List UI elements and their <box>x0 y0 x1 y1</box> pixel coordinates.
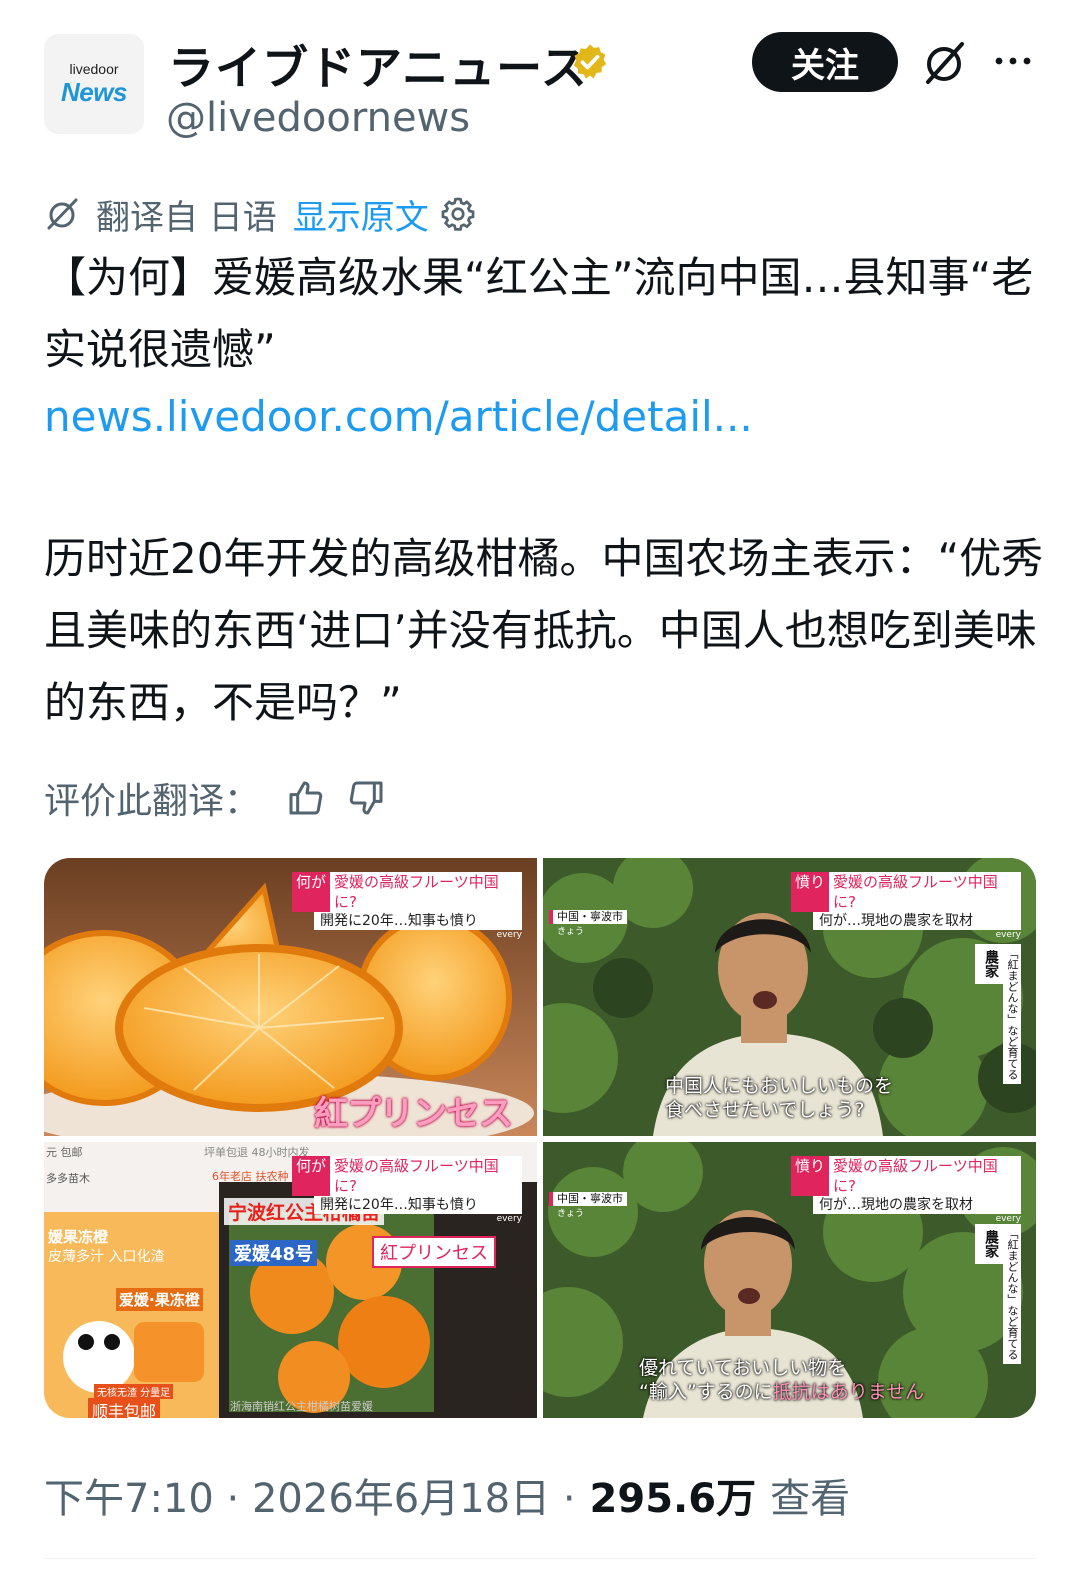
translation-row: 翻译自 日语 显示原文 <box>44 194 477 238</box>
video-subtitle: 中国人にもおいしいものを 食べさせたいでしょう? <box>665 1074 893 1122</box>
thumbs-up-icon[interactable] <box>286 778 326 818</box>
media-image-2[interactable]: 中国・寧波市 きょう 憤り 愛媛の高級フルーツ中国に? 何が…現地の農家を取材 … <box>543 858 1036 1136</box>
rate-translation-label: 评价此翻译： <box>44 781 261 822</box>
location-sub: きょう <box>557 927 585 937</box>
show-original-link[interactable]: 显示原文 <box>293 190 429 239</box>
account-name[interactable]: ライブドアニュース <box>168 32 588 98</box>
post-meta: 下午7:10 · 2026年6月18日 · 295.6万 查看 <box>44 1466 850 1524</box>
box-brand: 爱媛·果冻橙 <box>116 1288 203 1311</box>
account-handle[interactable]: @livedoornews <box>166 95 470 141</box>
side-description: 「紅まどんな」など育てる <box>1003 944 1021 1084</box>
caption-subtitle: 開発に20年…知事も憤り <box>314 912 522 930</box>
caption-tag: 憤り <box>791 872 830 912</box>
product-variety: 爱媛48号 <box>230 1240 318 1266</box>
caption-tag: 憤り <box>791 1156 830 1196</box>
media-image-1[interactable]: 何が 愛媛の高級フルーツ中国に? 開発に20年…知事も憤り every 紅プリン… <box>44 858 537 1136</box>
brand-label: every <box>496 1214 522 1224</box>
callout-label: 紅プリンセス <box>372 1236 496 1268</box>
news-caption-box: 何が 愛媛の高級フルーツ中国に? 開発に20年…知事も憤り every <box>292 872 522 940</box>
box-tagline: 皮薄多汁 入口化渣 <box>48 1249 165 1265</box>
post-timestamp[interactable]: 下午7:10 · 2026年6月18日 · <box>44 1466 576 1524</box>
media-image-3[interactable]: 元 包邮 坪单包退 48小时内发 多多苗木 6年老店 扶农种 媛果冻橙 皮薄多汁… <box>44 1142 537 1418</box>
box-title: 媛果冻橙 <box>48 1228 109 1246</box>
caption-subtitle: 何が…現地の農家を取材 <box>813 912 1021 930</box>
thumbs-down-icon[interactable] <box>346 778 386 818</box>
price-strip: 元 包邮 <box>46 1146 83 1159</box>
side-role-label: 農家 <box>975 944 1003 984</box>
brand-label: every <box>995 1214 1021 1224</box>
avatar[interactable]: livedoor News <box>44 34 144 134</box>
caption-title: 愛媛の高級フルーツ中国に? <box>330 872 522 912</box>
article-link[interactable]: news.livedoor.com/article/detail... <box>44 392 753 441</box>
translated-from-label: 翻译自 日语 <box>96 197 277 238</box>
media-image-4[interactable]: 中国・寧波市 きょう 憤り 愛媛の高級フルーツ中国に? 何が…現地の農家を取材 … <box>543 1142 1036 1418</box>
caption-title: 愛媛の高級フルーツ中国に? <box>829 1156 1021 1196</box>
gear-icon[interactable] <box>439 195 477 233</box>
rate-translation-row: 评价此翻译： <box>44 772 386 824</box>
caption-subtitle: 何が…現地の農家を取材 <box>813 1196 1021 1214</box>
listing-title: 浙海南销红公主柑橘树苗爱媛 <box>230 1400 373 1413</box>
avatar-text-news: News <box>61 76 127 107</box>
view-count: 295.6万 <box>589 1476 757 1522</box>
shipping-badge: 顺丰包邮 <box>88 1398 161 1418</box>
subtitle-line-2a: “輸入”するのに <box>639 1381 773 1403</box>
shop-badge: 6年老店 扶农种 <box>212 1170 289 1183</box>
view-count-label: 查看 <box>770 1476 851 1522</box>
more-options-icon[interactable] <box>990 38 1036 84</box>
grok-icon[interactable] <box>920 40 970 86</box>
brand-label: every <box>496 930 522 940</box>
location-label: 中国・寧波市 <box>549 1192 627 1206</box>
subtitle-line-1: 優れていておいしい物を <box>639 1357 847 1379</box>
media-grid: 何が 愛媛の高級フルーツ中国に? 開発に20年…知事も憤り every 紅プリン… <box>44 858 1036 1418</box>
location-sub: きょう <box>557 1209 585 1219</box>
product-name-caption: 紅プリンセス <box>314 1094 513 1134</box>
avatar-text-livedoor: livedoor <box>69 60 119 77</box>
caption-subtitle: 開発に20年…知事も憤り <box>314 1196 522 1214</box>
news-caption-box: 憤り 愛媛の高級フルーツ中国に? 何が…現地の農家を取材 every <box>791 1156 1021 1224</box>
grok-translate-icon <box>47 198 78 230</box>
caption-tag: 何が <box>292 872 331 912</box>
video-subtitle: 優れていておいしい物を “輸入”するのに抵抗はありません <box>639 1356 924 1404</box>
shop-name: 多多苗木 <box>46 1172 90 1185</box>
subtitle-line-2: 食べさせたいでしょう? <box>665 1099 865 1121</box>
post-body: 历时近20年开发的高级柑橘。中国农场主表示：“优秀且美味的东西‘进口’并没有抵抗… <box>44 534 1044 727</box>
subtitle-line-1: 中国人にもおいしいものを <box>665 1075 894 1097</box>
news-caption-box: 何が 愛媛の高級フルーツ中国に? 開発に20年…知事も憤り every <box>292 1156 522 1224</box>
brand-label: every <box>995 930 1021 940</box>
subtitle-line-2b: 抵抗はありません <box>772 1381 925 1403</box>
post-headline: 【为何】爱媛高级水果“红公主”流向中国…县知事“老实说很遗憾” <box>44 253 1034 374</box>
caption-title: 愛媛の高級フルーツ中国に? <box>330 1156 522 1196</box>
verified-badge-icon <box>573 44 607 79</box>
location-label: 中国・寧波市 <box>549 910 627 924</box>
side-role-label: 農家 <box>975 1224 1003 1264</box>
caption-tag: 何が <box>292 1156 331 1196</box>
caption-title: 愛媛の高級フルーツ中国に? <box>829 872 1021 912</box>
side-description: 「紅まどんな」など育てる <box>1003 1224 1021 1364</box>
follow-button[interactable]: 关注 <box>752 32 898 92</box>
divider <box>44 1558 1036 1559</box>
box-badge: 无核无渣 分量足 <box>94 1384 174 1399</box>
news-caption-box: 憤り 愛媛の高級フルーツ中国に? 何が…現地の農家を取材 every <box>791 872 1021 940</box>
